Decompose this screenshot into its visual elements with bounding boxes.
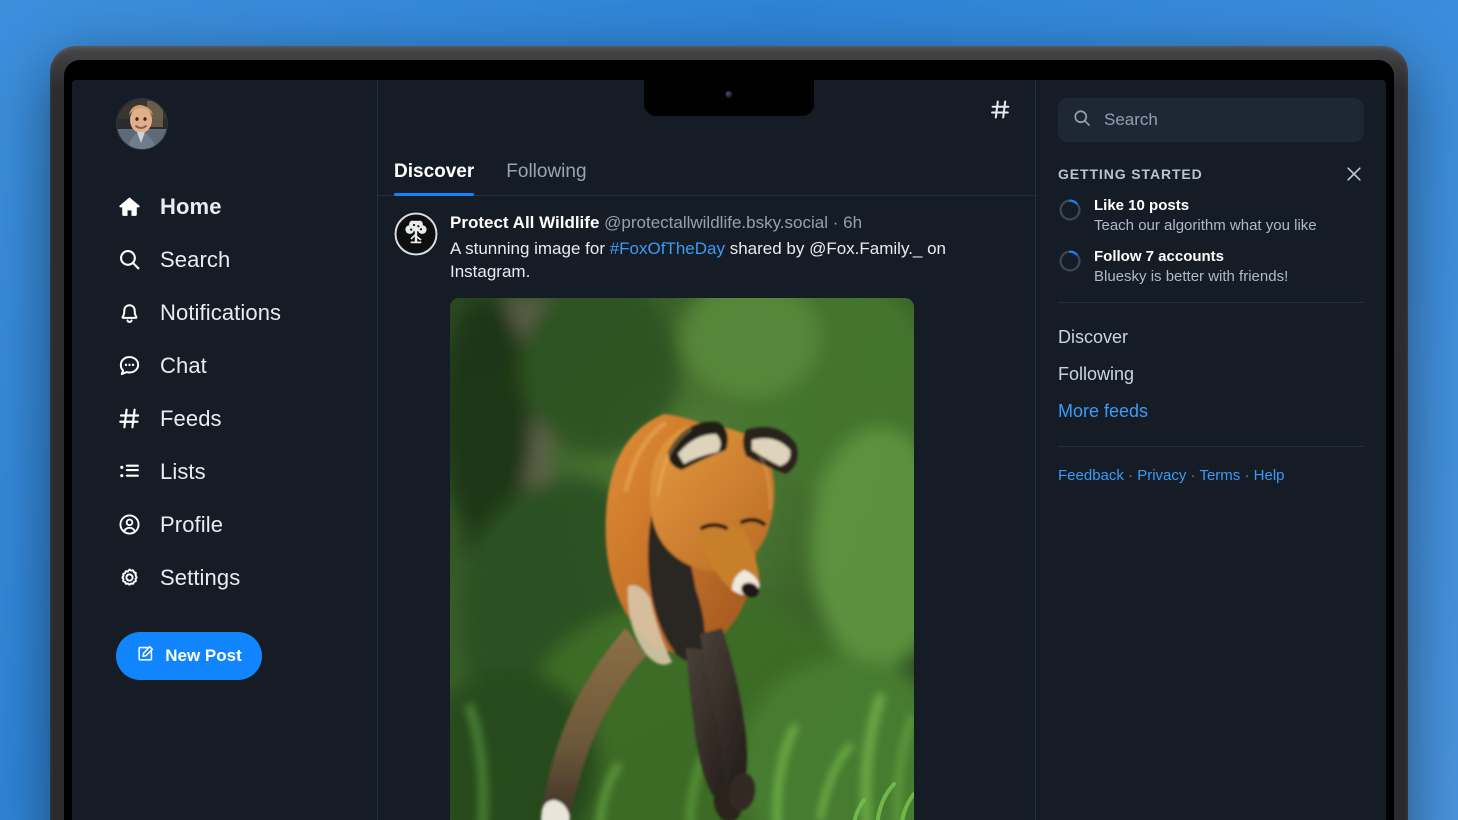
tab-label: Discover — [394, 161, 475, 182]
sidebar-item-notifications[interactable]: Notifications — [116, 286, 377, 339]
sidebar-item-feeds[interactable]: Feeds — [116, 392, 377, 445]
search-icon — [116, 247, 142, 273]
getting-started-header: GETTING STARTED — [1058, 164, 1364, 184]
compose-icon — [136, 644, 155, 668]
post-timestamp[interactable]: 6h — [843, 213, 862, 232]
post-author-avatar[interactable] — [394, 212, 438, 256]
sidebar-item-chat[interactable]: Chat — [116, 339, 377, 392]
feedback-link[interactable]: Feedback — [1058, 467, 1124, 484]
getting-started-task[interactable]: Like 10 posts Teach our algorithm what y… — [1058, 196, 1364, 235]
chat-bubble-icon — [116, 353, 142, 379]
tab-following[interactable]: Following — [506, 161, 586, 195]
divider — [1058, 302, 1364, 303]
post-hashtag-link[interactable]: #FoxOfTheDay — [610, 239, 725, 258]
progress-ring-icon — [1058, 198, 1082, 227]
hash-icon[interactable] — [985, 94, 1015, 124]
task-text: Follow 7 accounts Bluesky is better with… — [1094, 247, 1288, 286]
getting-started-task[interactable]: Follow 7 accounts Bluesky is better with… — [1058, 247, 1364, 286]
bluesky-app: Home Search Notifications Chat Feeds Lis… — [72, 80, 1386, 820]
hash-icon — [116, 406, 142, 432]
sidebar-item-label: Settings — [160, 564, 241, 590]
getting-started-title: GETTING STARTED — [1058, 166, 1203, 182]
feed-list[interactable]: Protect All Wildlife @protectallwildlife… — [378, 196, 1035, 820]
laptop-screen-bezel: Home Search Notifications Chat Feeds Lis… — [64, 60, 1394, 820]
left-sidebar: Home Search Notifications Chat Feeds Lis… — [72, 80, 378, 820]
task-title: Like 10 posts — [1094, 197, 1190, 214]
sidebar-item-lists[interactable]: Lists — [116, 445, 377, 498]
search-box[interactable] — [1058, 98, 1364, 142]
post-meta-separator: · — [832, 213, 839, 232]
sidebar-item-label: Home — [160, 193, 222, 219]
screen-content: Home Search Notifications Chat Feeds Lis… — [72, 80, 1386, 820]
search-icon — [1072, 108, 1092, 133]
center-column: Discover Following Protect All Wildlife … — [378, 80, 1036, 820]
divider — [1058, 446, 1364, 447]
sidebar-item-search[interactable]: Search — [116, 233, 377, 286]
post-text-before: A stunning image for — [450, 238, 610, 258]
tab-label: Following — [506, 161, 587, 182]
sidebar-item-label: Lists — [160, 458, 206, 484]
task-title: Follow 7 accounts — [1094, 248, 1225, 265]
footer-separator: · — [1123, 467, 1138, 484]
camera-dot-icon — [725, 91, 733, 98]
sidebar-item-profile[interactable]: Profile — [116, 498, 377, 551]
getting-started-panel: GETTING STARTED Like 10 posts Teach our … — [1058, 164, 1364, 286]
camera-notch — [644, 80, 814, 116]
post-image[interactable] — [450, 297, 914, 820]
post-body: Protect All Wildlife @protectallwildlife… — [450, 212, 1019, 820]
home-icon — [116, 194, 142, 220]
feed-link-discover[interactable]: Discover — [1058, 319, 1364, 356]
avatar[interactable] — [116, 98, 168, 150]
person-circle-icon — [116, 512, 142, 538]
task-subtitle: Bluesky is better with friends! — [1094, 267, 1289, 285]
feed-tabs: Discover Following — [378, 148, 1035, 196]
help-link[interactable]: Help — [1254, 467, 1285, 484]
new-post-label: New Post — [165, 646, 242, 665]
footer-links: Feedback · Privacy · Terms · Help — [1058, 463, 1364, 484]
post[interactable]: Protect All Wildlife @protectallwildlife… — [378, 196, 1035, 820]
task-subtitle: Teach our algorithm what you like — [1094, 216, 1317, 234]
post-text: A stunning image for #FoxOfTheDay shared… — [450, 237, 1019, 284]
footer-separator: · — [1240, 467, 1254, 484]
sidebar-item-label: Notifications — [160, 299, 282, 325]
post-meta: Protect All Wildlife @protectallwildlife… — [450, 212, 1019, 235]
progress-ring-icon — [1058, 249, 1082, 278]
right-sidebar: GETTING STARTED — [1036, 80, 1386, 820]
sidebar-item-home[interactable]: Home — [116, 180, 377, 233]
privacy-link[interactable]: Privacy — [1137, 467, 1186, 484]
task-text: Like 10 posts Teach our algorithm what y… — [1094, 196, 1317, 235]
post-author-handle[interactable]: @protectallwildlife.bsky.social — [604, 213, 828, 232]
close-icon[interactable] — [1344, 164, 1364, 184]
sidebar-item-label: Profile — [160, 511, 224, 537]
search-input[interactable] — [1104, 110, 1350, 130]
tab-discover[interactable]: Discover — [394, 161, 475, 196]
new-post-button[interactable]: New Post — [116, 632, 262, 680]
post-author-name[interactable]: Protect All Wildlife — [450, 213, 599, 232]
sidebar-item-label: Chat — [160, 352, 207, 378]
gear-icon — [116, 565, 142, 591]
list-icon — [116, 459, 142, 485]
terms-link[interactable]: Terms — [1199, 467, 1240, 484]
feed-link-following[interactable]: Following — [1058, 356, 1364, 393]
feed-link-more-feeds[interactable]: More feeds — [1058, 393, 1364, 430]
fox-leaping-photo — [450, 297, 914, 820]
user-avatar-image — [117, 99, 167, 149]
sidebar-item-label: Search — [160, 246, 231, 272]
sidebar-item-settings[interactable]: Settings — [116, 551, 377, 604]
bell-icon — [116, 300, 142, 326]
laptop-device: Home Search Notifications Chat Feeds Lis… — [50, 46, 1408, 820]
footer-separator: · — [1186, 467, 1200, 484]
sidebar-item-label: Feeds — [160, 405, 222, 431]
tree-logo-avatar-image — [394, 212, 438, 256]
